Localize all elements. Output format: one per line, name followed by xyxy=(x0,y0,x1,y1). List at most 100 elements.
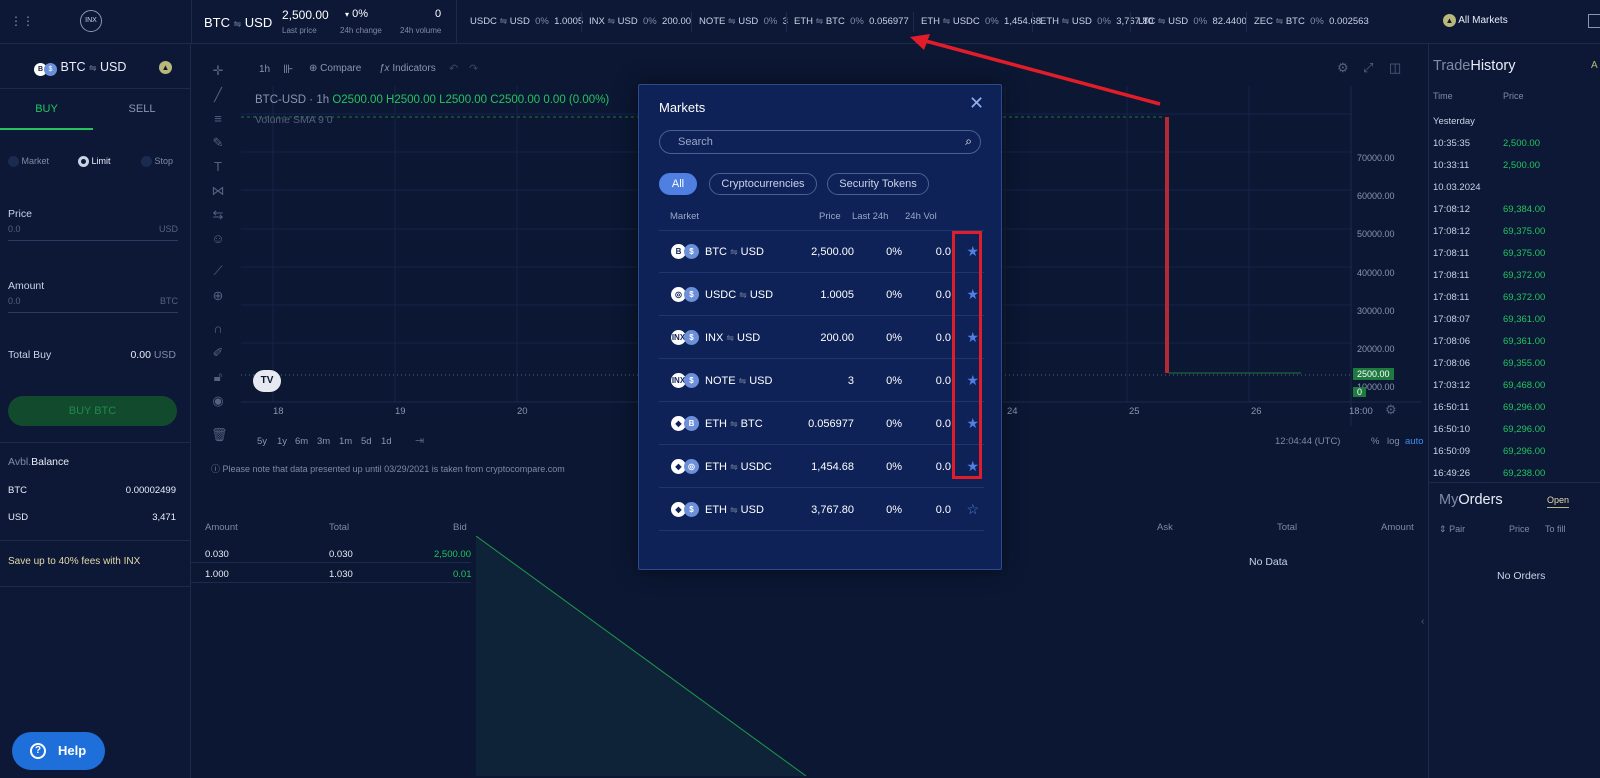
help-button[interactable]: ? Help xyxy=(12,732,105,770)
balance-btc-value: 0.00002499 xyxy=(125,485,176,496)
indicators-button[interactable]: ƒx Indicators xyxy=(379,63,436,74)
ticker-item[interactable]: ETH ⇋ BTC 0% 0.056977 xyxy=(794,16,909,27)
amount-input[interactable]: 0.0 BTC xyxy=(8,296,178,310)
zoom-icon[interactable]: ⊕ xyxy=(211,289,225,303)
redo-icon[interactable]: ↷ xyxy=(469,62,478,75)
open-orders-tab[interactable]: Open xyxy=(1547,495,1570,508)
candle-type-icon[interactable]: ⊪ xyxy=(283,62,293,76)
order-type-limit[interactable]: Limit xyxy=(78,156,111,168)
history-row[interactable]: 10:35:35 2,500.00 xyxy=(1429,138,1600,158)
chevron-up-icon[interactable]: ▲ xyxy=(159,61,172,74)
settings-icon[interactable]: ⚙ xyxy=(1337,60,1349,76)
history-row[interactable]: 17:03:12 69,468.00 xyxy=(1429,380,1600,400)
trade-history-tab[interactable]: A xyxy=(1591,60,1598,71)
range-button[interactable]: 6m xyxy=(295,436,308,447)
price-input[interactable]: 0.0 USD xyxy=(8,224,178,238)
tradingview-logo[interactable]: TV xyxy=(253,370,281,392)
all-markets-button[interactable]: ▲ All Markets xyxy=(1443,14,1508,27)
camera-icon[interactable]: ◫ xyxy=(1389,60,1401,76)
market-row[interactable]: ◆ ◎ ETH ⇋ USDC 1,454.68 0% 0.0 ★ xyxy=(659,446,984,488)
pair-selector[interactable]: B $ BTC ⇋ USD xyxy=(34,60,126,76)
search-icon[interactable]: ⌕ xyxy=(965,134,972,149)
range-button[interactable]: 5d xyxy=(361,436,372,447)
lock-icon[interactable]: 🔓︎ xyxy=(211,370,225,384)
promo-text[interactable]: Save up to 40% fees with INX xyxy=(8,556,140,567)
market-row[interactable]: B $ BTC ⇋ USD 2,500.00 0% 0.0 ★ xyxy=(659,231,984,273)
history-row[interactable]: 17:08:12 69,375.00 xyxy=(1429,226,1600,246)
current-pair[interactable]: BTC ⇋ USD xyxy=(204,15,272,30)
axis-settings-icon[interactable]: ⚙ xyxy=(1385,402,1397,418)
star-outline-icon[interactable]: ☆ xyxy=(966,501,979,518)
bid-amount: 0.030 xyxy=(205,549,229,560)
market-price: 1,454.68 xyxy=(811,461,854,473)
emoji-icon[interactable]: ☺ xyxy=(211,232,225,246)
ticker-item[interactable]: ZEC ⇋ BTC 0% 0.002563 xyxy=(1254,16,1369,27)
history-row[interactable]: 17:08:12 69,384.00 xyxy=(1429,204,1600,224)
order-type-market[interactable]: Market xyxy=(8,156,49,168)
ticker-item[interactable]: ETH ⇋ USD 0% 3,767.80 xyxy=(1040,16,1153,27)
ticker-item[interactable]: USDC ⇋ USD 0% 1.0005 xyxy=(470,16,583,27)
inx-logo[interactable]: INX xyxy=(80,10,102,32)
filter-security-tokens[interactable]: Security Tokens xyxy=(827,173,929,195)
panel-toggle-icon[interactable] xyxy=(1588,14,1600,28)
history-row[interactable]: 17:08:11 69,375.00 xyxy=(1429,248,1600,268)
range-button[interactable]: 3m xyxy=(317,436,330,447)
interval-button[interactable]: 1h xyxy=(259,64,270,75)
ticker-item[interactable]: INX ⇋ USD 0% 200.00 xyxy=(589,16,691,27)
history-row[interactable]: 10:33:11 2,500.00 xyxy=(1429,160,1600,180)
forecast-icon[interactable]: ⇆ xyxy=(211,208,225,222)
ticker-item[interactable]: LTC ⇋ USD 0% 82.4400 xyxy=(1138,16,1247,27)
search-input[interactable]: Search ⌕ xyxy=(659,130,981,154)
collapse-handle-icon[interactable]: ‹ xyxy=(1421,616,1424,627)
log-scale-toggle[interactable]: log xyxy=(1387,436,1400,447)
market-row[interactable]: INX $ INX ⇋ USD 200.00 0% 0.0 ★ xyxy=(659,317,984,359)
buy-tab[interactable]: BUY xyxy=(0,88,93,130)
history-row[interactable]: 17:08:06 69,361.00 xyxy=(1429,336,1600,356)
order-type-stop[interactable]: Stop xyxy=(141,156,173,168)
history-row[interactable]: 16:50:11 69,296.00 xyxy=(1429,402,1600,422)
history-row[interactable]: 17:08:11 69,372.00 xyxy=(1429,270,1600,290)
filter-all[interactable]: All xyxy=(659,173,697,195)
range-button[interactable]: 1y xyxy=(277,436,287,447)
history-row[interactable]: 17:08:07 69,361.00 xyxy=(1429,314,1600,334)
date-range-icon[interactable]: ⇥ xyxy=(415,434,424,447)
range-button[interactable]: 5y xyxy=(257,436,267,447)
market-row[interactable]: ◎ $ USDC ⇋ USD 1.0005 0% 0.0 ★ xyxy=(659,274,984,316)
market-row-partial[interactable] xyxy=(659,532,984,569)
compare-button[interactable]: ⊕ Compare xyxy=(309,63,361,74)
crosshair-icon[interactable]: ✛ xyxy=(211,64,225,78)
buy-btc-button[interactable]: BUY BTC xyxy=(8,396,177,426)
ticker-item[interactable]: ETH ⇋ USDC 0% 1,454.68 xyxy=(921,16,1041,27)
lock-draw-icon[interactable]: ✐ xyxy=(211,346,225,360)
brush-icon[interactable]: ✎ xyxy=(211,136,225,150)
fullscreen-icon[interactable]: ⤢ xyxy=(1363,60,1373,76)
text-icon[interactable]: T xyxy=(211,160,225,174)
ticker-item[interactable]: NOTE ⇋ USD 0% 3 xyxy=(699,16,788,27)
history-row[interactable]: 16:50:10 69,296.00 xyxy=(1429,424,1600,444)
sell-tab[interactable]: SELL xyxy=(93,88,191,130)
history-row[interactable]: 17:08:06 69,355.00 xyxy=(1429,358,1600,378)
auto-scale-toggle[interactable]: auto xyxy=(1405,436,1424,447)
bid-total: 0.030 xyxy=(329,549,353,560)
history-row[interactable]: 17:08:11 69,372.00 xyxy=(1429,292,1600,312)
market-row[interactable]: INX $ NOTE ⇋ USD 3 0% 0.0 ★ xyxy=(659,360,984,402)
undo-icon[interactable]: ↶ xyxy=(449,62,458,75)
trash-icon[interactable]: 🗑︎ xyxy=(211,428,228,442)
history-price: 69,372.00 xyxy=(1503,270,1546,281)
filter-cryptocurrencies[interactable]: Cryptocurrencies xyxy=(709,173,817,195)
apps-grid-icon[interactable]: ⋮⋮ xyxy=(10,15,34,27)
eye-icon[interactable]: ◉ xyxy=(211,394,225,408)
market-row[interactable]: ◆ $ ETH ⇋ USD 3,767.80 0% 0.0 ☆ xyxy=(659,489,984,531)
fib-icon[interactable]: ≡ xyxy=(211,112,225,126)
history-row[interactable]: 16:50:09 69,296.00 xyxy=(1429,446,1600,466)
ruler-icon[interactable]: ⟋ xyxy=(211,264,225,278)
utc-clock[interactable]: 12:04:44 (UTC) xyxy=(1275,436,1340,447)
market-row[interactable]: ◆ B ETH ⇋ BTC 0.056977 0% 0.0 ★ xyxy=(659,403,984,445)
trend-line-icon[interactable]: ╱ xyxy=(211,88,225,102)
magnet-icon[interactable]: ∩ xyxy=(211,322,225,336)
percent-scale-toggle[interactable]: % xyxy=(1371,436,1379,447)
pattern-icon[interactable]: ⋈ xyxy=(211,184,225,198)
range-button[interactable]: 1d xyxy=(381,436,392,447)
range-button[interactable]: 1m xyxy=(339,436,352,447)
history-row[interactable]: 16:49:26 69,238.00 xyxy=(1429,468,1600,488)
